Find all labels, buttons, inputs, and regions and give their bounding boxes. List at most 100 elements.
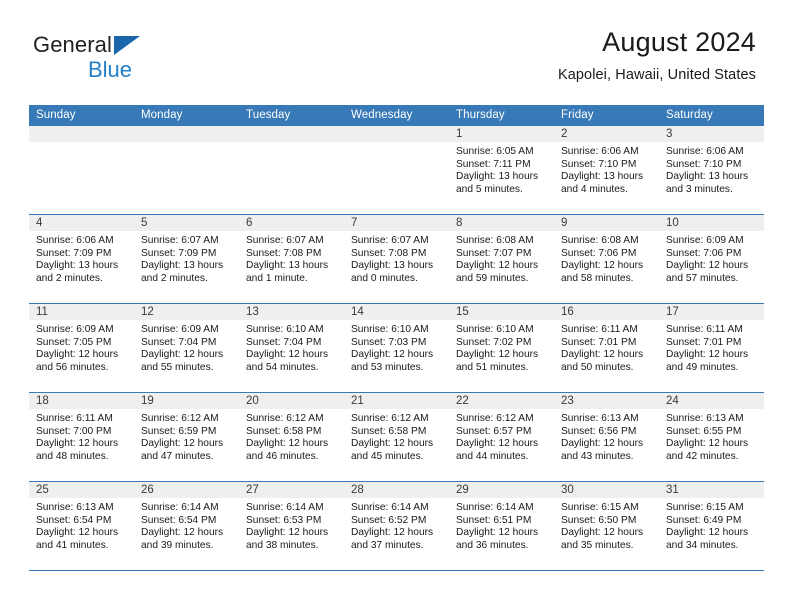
sunrise-time: Sunrise: 6:14 AM [456, 502, 534, 513]
sunrise-time: Sunrise: 6:10 AM [246, 324, 324, 335]
sunset-time: Sunset: 6:58 PM [246, 425, 322, 437]
day-cell-details: Sunrise: 6:07 AM Sunset: 7:09 PM Daylight:… [134, 231, 239, 285]
calendar-day-cell[interactable]: 2 Sunrise: 6:06 AM Sunset: 7:10 PM Daylight… [554, 126, 659, 215]
daylight-duration-line1: Daylight: 13 hours [666, 171, 749, 183]
calendar-day-cell[interactable]: 3 Sunrise: 6:06 AM Sunset: 7:10 PM Daylight… [659, 126, 764, 215]
calendar-day-cell[interactable]: 21 Sunrise: 6:12 AM Sunset: 6:58 PM Dayligh… [344, 392, 449, 482]
calendar-day-cell[interactable]: 23 Sunrise: 6:13 AM Sunset: 6:56 PM Dayligh… [554, 392, 659, 482]
day-number: 27 [239, 482, 344, 498]
calendar-day-cell[interactable]: 16 Sunrise: 6:11 AM Sunset: 7:01 PM Dayligh… [554, 303, 659, 393]
day-cell-content: 7 Sunrise: 6:07 AM Sunset: 7:08 PM Daylight… [344, 215, 449, 303]
daylight-duration-line2: and 42 minutes. [666, 450, 739, 462]
calendar-day-cell[interactable]: 22 Sunrise: 6:12 AM Sunset: 6:57 PM Dayligh… [449, 392, 554, 482]
calendar-week-row: 11 Sunrise: 6:09 AM Sunset: 7:05 PM Dayligh… [29, 303, 764, 393]
calendar-day-cell[interactable]: 14 Sunrise: 6:10 AM Sunset: 7:03 PM Dayligh… [344, 303, 449, 393]
sunrise-time: Sunrise: 6:07 AM [141, 235, 219, 246]
sunrise-time: Sunrise: 6:05 AM [456, 146, 534, 157]
daylight-duration-line2: and 2 minutes. [141, 272, 208, 284]
day-number: 9 [554, 215, 659, 231]
sunset-time: Sunset: 7:04 PM [141, 336, 217, 348]
day-cell-details: Sunrise: 6:10 AM Sunset: 7:03 PM Daylight:… [344, 320, 449, 374]
day-cell-content: 20 Sunrise: 6:12 AM Sunset: 6:58 PM Dayligh… [239, 393, 344, 481]
calendar-day-cell[interactable]: 24 Sunrise: 6:13 AM Sunset: 6:55 PM Dayligh… [659, 392, 764, 482]
calendar-week-row: 25 Sunrise: 6:13 AM Sunset: 6:54 PM Dayligh… [29, 481, 764, 571]
day-cell-content: 28 Sunrise: 6:14 AM Sunset: 6:52 PM Dayligh… [344, 482, 449, 570]
day-number: 17 [659, 304, 764, 320]
daylight-duration-line1: Daylight: 13 hours [36, 260, 119, 272]
calendar-day-cell[interactable] [344, 126, 449, 215]
day-cell-details: Sunrise: 6:12 AM Sunset: 6:58 PM Daylight:… [239, 409, 344, 463]
calendar-week-row: 4 Sunrise: 6:06 AM Sunset: 7:09 PM Daylight… [29, 214, 764, 304]
day-number: 1 [449, 126, 554, 142]
day-number: 24 [659, 393, 764, 409]
calendar-day-cell[interactable]: 10 Sunrise: 6:09 AM Sunset: 7:06 PM Dayligh… [659, 214, 764, 304]
daylight-duration-line2: and 47 minutes. [141, 450, 214, 462]
daylight-duration-line1: Daylight: 12 hours [351, 349, 434, 361]
calendar-day-cell[interactable]: 26 Sunrise: 6:14 AM Sunset: 6:54 PM Dayligh… [134, 481, 239, 571]
calendar-day-cell[interactable]: 20 Sunrise: 6:12 AM Sunset: 6:58 PM Dayligh… [239, 392, 344, 482]
calendar-day-cell[interactable]: 27 Sunrise: 6:14 AM Sunset: 6:53 PM Dayligh… [239, 481, 344, 571]
day-cell-content: 1 Sunrise: 6:05 AM Sunset: 7:11 PM Daylight… [449, 126, 554, 214]
calendar-day-cell[interactable]: 15 Sunrise: 6:10 AM Sunset: 7:02 PM Dayligh… [449, 303, 554, 393]
calendar-day-cell[interactable]: 18 Sunrise: 6:11 AM Sunset: 7:00 PM Dayligh… [29, 392, 134, 482]
calendar-day-cell[interactable]: 29 Sunrise: 6:14 AM Sunset: 6:51 PM Dayligh… [449, 481, 554, 571]
day-cell-content [134, 126, 239, 214]
calendar-day-cell[interactable]: 9 Sunrise: 6:08 AM Sunset: 7:06 PM Daylight… [554, 214, 659, 304]
daylight-duration-line2: and 5 minutes. [456, 183, 523, 195]
day-cell-details: Sunrise: 6:09 AM Sunset: 7:06 PM Daylight:… [659, 231, 764, 285]
daylight-duration-line2: and 55 minutes. [141, 361, 214, 373]
daylight-duration-line2: and 57 minutes. [666, 272, 739, 284]
day-cell-content: 30 Sunrise: 6:15 AM Sunset: 6:50 PM Dayligh… [554, 482, 659, 570]
daylight-duration-line2: and 41 minutes. [36, 539, 109, 551]
sunrise-time: Sunrise: 6:06 AM [36, 235, 114, 246]
daylight-duration-line1: Daylight: 13 hours [141, 260, 224, 272]
calendar-day-cell[interactable]: 25 Sunrise: 6:13 AM Sunset: 6:54 PM Dayligh… [29, 481, 134, 571]
general-blue-logo[interactable]: General Blue [33, 33, 233, 88]
calendar-day-cell[interactable]: 28 Sunrise: 6:14 AM Sunset: 6:52 PM Dayligh… [344, 481, 449, 571]
sunrise-time: Sunrise: 6:06 AM [561, 146, 639, 157]
sunset-time: Sunset: 6:53 PM [246, 514, 322, 526]
calendar-day-cell[interactable]: 11 Sunrise: 6:09 AM Sunset: 7:05 PM Dayligh… [29, 303, 134, 393]
sunset-time: Sunset: 7:05 PM [36, 336, 112, 348]
day-cell-content: 3 Sunrise: 6:06 AM Sunset: 7:10 PM Daylight… [659, 126, 764, 214]
calendar-day-cell[interactable]: 19 Sunrise: 6:12 AM Sunset: 6:59 PM Dayligh… [134, 392, 239, 482]
calendar-day-cell[interactable]: 13 Sunrise: 6:10 AM Sunset: 7:04 PM Dayligh… [239, 303, 344, 393]
calendar-day-cell[interactable] [29, 126, 134, 215]
calendar-day-cell[interactable]: 1 Sunrise: 6:05 AM Sunset: 7:11 PM Daylight… [449, 126, 554, 215]
calendar-day-cell[interactable]: 8 Sunrise: 6:08 AM Sunset: 7:07 PM Daylight… [449, 214, 554, 304]
day-cell-content: 14 Sunrise: 6:10 AM Sunset: 7:03 PM Dayligh… [344, 304, 449, 392]
sunset-time: Sunset: 7:01 PM [666, 336, 742, 348]
sunset-time: Sunset: 7:04 PM [246, 336, 322, 348]
calendar-day-cell[interactable]: 7 Sunrise: 6:07 AM Sunset: 7:08 PM Daylight… [344, 214, 449, 304]
calendar-day-cell[interactable]: 31 Sunrise: 6:15 AM Sunset: 6:49 PM Dayligh… [659, 481, 764, 571]
day-cell-content: 11 Sunrise: 6:09 AM Sunset: 7:05 PM Dayligh… [29, 304, 134, 392]
calendar-day-cell[interactable] [134, 126, 239, 215]
sunset-time: Sunset: 7:01 PM [561, 336, 637, 348]
day-cell-content: 29 Sunrise: 6:14 AM Sunset: 6:51 PM Dayligh… [449, 482, 554, 570]
calendar-day-cell[interactable]: 30 Sunrise: 6:15 AM Sunset: 6:50 PM Dayligh… [554, 481, 659, 571]
sunrise-time: Sunrise: 6:07 AM [351, 235, 429, 246]
day-cell-details: Sunrise: 6:08 AM Sunset: 7:06 PM Daylight:… [554, 231, 659, 285]
day-cell-content: 10 Sunrise: 6:09 AM Sunset: 7:06 PM Dayligh… [659, 215, 764, 303]
calendar-day-cell[interactable] [239, 126, 344, 215]
daylight-duration-line1: Daylight: 12 hours [141, 527, 224, 539]
day-number: 7 [344, 215, 449, 231]
calendar-day-cell[interactable]: 5 Sunrise: 6:07 AM Sunset: 7:09 PM Daylight… [134, 214, 239, 304]
day-number: 15 [449, 304, 554, 320]
calendar-day-cell[interactable]: 4 Sunrise: 6:06 AM Sunset: 7:09 PM Daylight… [29, 214, 134, 304]
daylight-duration-line1: Daylight: 12 hours [36, 527, 119, 539]
daylight-duration-line2: and 35 minutes. [561, 539, 634, 551]
sunrise-time: Sunrise: 6:08 AM [456, 235, 534, 246]
daylight-duration-line2: and 53 minutes. [351, 361, 424, 373]
sunrise-time: Sunrise: 6:09 AM [666, 235, 744, 246]
calendar-day-cell[interactable]: 6 Sunrise: 6:07 AM Sunset: 7:08 PM Daylight… [239, 214, 344, 304]
sunset-time: Sunset: 6:50 PM [561, 514, 637, 526]
day-number: 20 [239, 393, 344, 409]
day-cell-details: Sunrise: 6:10 AM Sunset: 7:02 PM Daylight:… [449, 320, 554, 374]
daylight-duration-line2: and 2 minutes. [36, 272, 103, 284]
calendar-day-cell[interactable]: 12 Sunrise: 6:09 AM Sunset: 7:04 PM Dayligh… [134, 303, 239, 393]
sunrise-time: Sunrise: 6:13 AM [561, 413, 639, 424]
day-number: 30 [554, 482, 659, 498]
daylight-duration-line1: Daylight: 12 hours [666, 349, 749, 361]
calendar-day-cell[interactable]: 17 Sunrise: 6:11 AM Sunset: 7:01 PM Dayligh… [659, 303, 764, 393]
